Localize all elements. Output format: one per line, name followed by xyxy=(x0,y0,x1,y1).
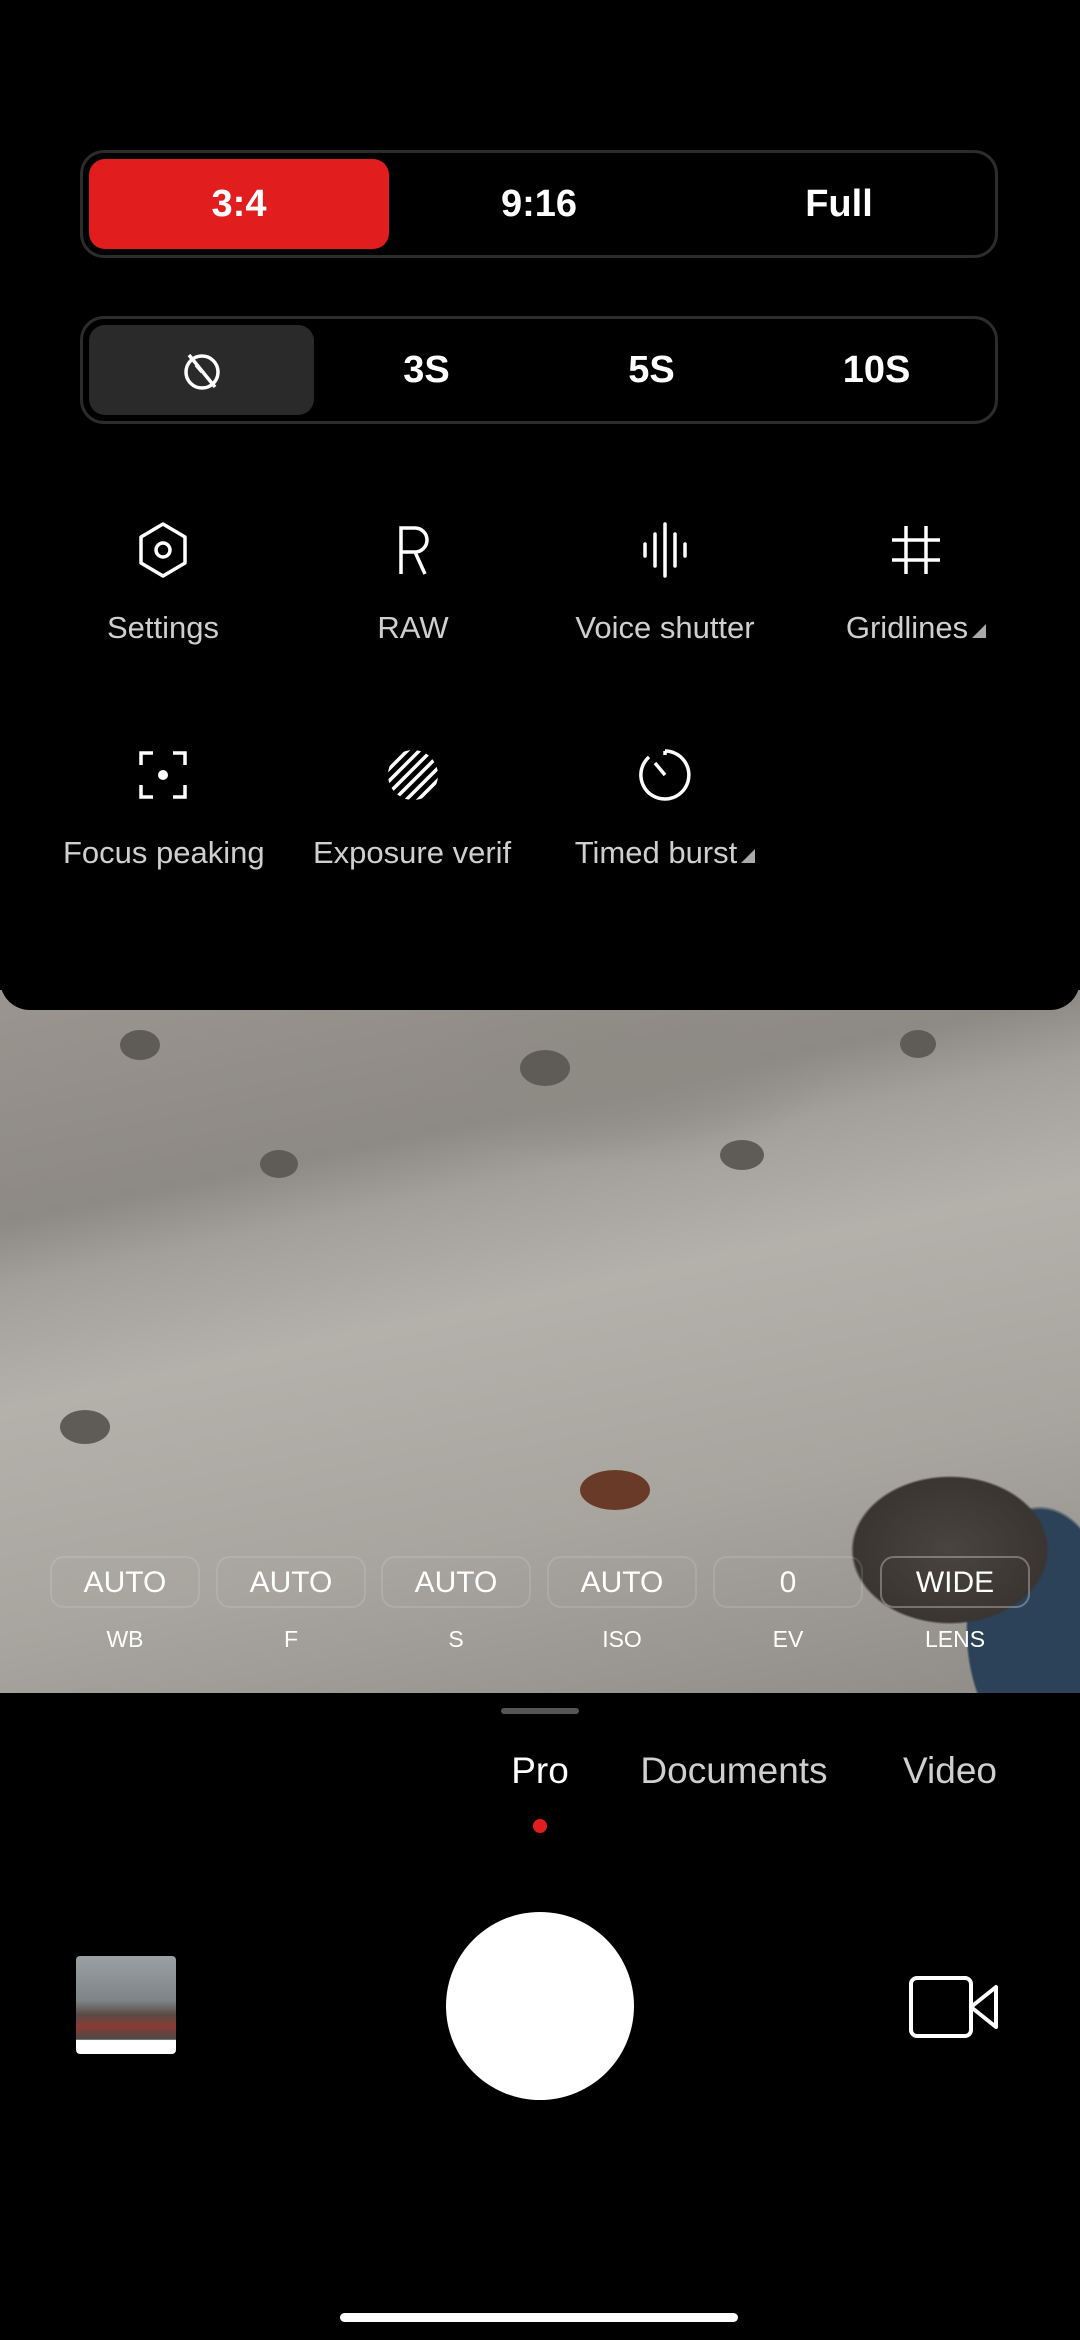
control-value: AUTO xyxy=(547,1556,697,1608)
pro-control-wb[interactable]: AUTO WB xyxy=(50,1556,200,1653)
mode-indicator-dot xyxy=(533,1819,547,1833)
control-value: AUTO xyxy=(216,1556,366,1608)
control-label: EV xyxy=(772,1626,804,1652)
timer-off-option[interactable] xyxy=(89,325,314,415)
switch-to-video-button[interactable] xyxy=(908,1975,1002,2044)
tool-label: Timed burst xyxy=(565,835,765,871)
timer-5s-option[interactable]: 5S xyxy=(539,325,764,415)
settings-panel: 3:4 9:16 Full 3S 5S 10S Settings RAW Voi… xyxy=(0,0,1080,1010)
aspect-9-16-option[interactable]: 9:16 xyxy=(389,159,689,249)
tool-label: Exposure verification xyxy=(313,835,513,870)
video-camera-icon xyxy=(909,1976,998,2038)
tool-timed-burst[interactable]: Timed burst xyxy=(540,745,790,871)
pro-control-iso[interactable]: AUTO ISO xyxy=(547,1556,697,1653)
timer-10s-option[interactable]: 10S xyxy=(764,325,989,415)
gallery-thumbnail[interactable] xyxy=(76,1956,176,2054)
control-label: S xyxy=(448,1626,464,1652)
pro-control-f[interactable]: AUTO F xyxy=(216,1556,366,1653)
control-label: WB xyxy=(106,1626,144,1652)
menu-triangle-icon xyxy=(741,849,756,863)
control-value: AUTO xyxy=(381,1556,531,1608)
control-value: WIDE xyxy=(880,1556,1030,1608)
tool-voice-shutter[interactable]: Voice shutter xyxy=(540,520,790,646)
menu-triangle-icon xyxy=(972,624,987,638)
mode-video[interactable]: Video xyxy=(903,1750,997,1792)
grid-icon xyxy=(892,526,940,574)
tool-focus-peaking[interactable]: Focus peaking xyxy=(38,745,288,871)
tool-label: Focus peaking xyxy=(63,835,263,870)
exposure-stripes-icon xyxy=(388,750,438,800)
tool-label: Gridlines xyxy=(816,610,1016,646)
tool-exposure-verification[interactable]: Exposure verification xyxy=(288,745,538,871)
tool-label: Voice shutter xyxy=(575,610,755,645)
control-label: LENS xyxy=(924,1626,986,1652)
tool-label: RAW xyxy=(377,610,449,645)
tool-raw[interactable]: RAW xyxy=(288,520,538,646)
tool-label: Settings xyxy=(106,610,219,645)
focus-peaking-icon xyxy=(139,751,187,799)
control-value: AUTO xyxy=(50,1556,200,1608)
timer-off-icon xyxy=(183,353,220,390)
raw-icon xyxy=(399,526,429,575)
control-label: F xyxy=(283,1626,299,1652)
pro-control-lens[interactable]: WIDE LENS xyxy=(880,1556,1030,1653)
pro-control-s[interactable]: AUTO S xyxy=(381,1556,531,1653)
shutter-button[interactable] xyxy=(446,1912,634,2100)
settings-hexagon-icon xyxy=(139,522,187,578)
pro-control-ev[interactable]: 0 EV xyxy=(713,1556,863,1653)
control-label: ISO xyxy=(602,1626,642,1652)
mode-pro[interactable]: Pro xyxy=(511,1750,569,1792)
tool-gridlines[interactable]: Gridlines xyxy=(791,520,1041,646)
aspect-ratio-selector: 3:4 9:16 Full xyxy=(80,150,998,258)
control-value: 0 xyxy=(713,1556,863,1608)
aspect-full-option[interactable]: Full xyxy=(689,159,989,249)
drawer-handle[interactable] xyxy=(501,1708,579,1714)
aspect-3-4-option[interactable]: 3:4 xyxy=(89,159,389,249)
timer-3s-option[interactable]: 3S xyxy=(314,325,539,415)
timer-icon xyxy=(639,749,691,801)
mode-documents[interactable]: Documents xyxy=(640,1750,827,1792)
voice-wave-icon xyxy=(643,522,687,578)
home-indicator[interactable] xyxy=(340,2313,738,2322)
timer-selector: 3S 5S 10S xyxy=(80,316,998,424)
tool-settings[interactable]: Settings xyxy=(38,520,288,646)
